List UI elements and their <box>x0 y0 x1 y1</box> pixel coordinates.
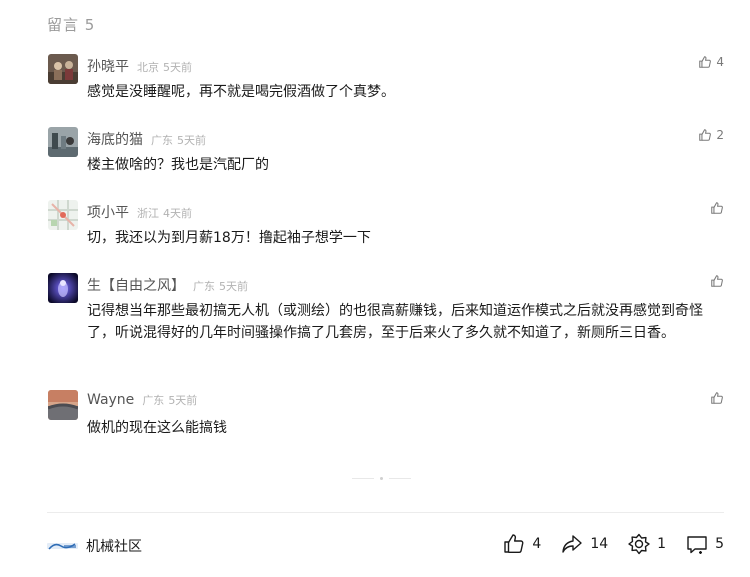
brand-logo-icon <box>47 543 78 550</box>
comment-count: 5 <box>715 536 724 552</box>
comment-location: 广东 <box>142 394 165 407</box>
article-footer: 机械社区 4 14 1 5 <box>47 532 724 558</box>
comment-location: 北京 <box>137 61 159 74</box>
comment-author[interactable]: 项小平 <box>87 202 129 222</box>
comment-time: 5天前 <box>219 280 248 293</box>
comment-like-button[interactable] <box>710 391 724 405</box>
comment-like-button[interactable]: 2 <box>698 128 724 142</box>
comment-like-count: 4 <box>716 55 724 69</box>
share-count: 14 <box>590 536 609 552</box>
comment-button[interactable]: 5 <box>685 532 724 556</box>
comment-author[interactable]: 海底的猫 <box>87 129 143 149</box>
footer-divider <box>47 512 724 513</box>
comment-time: 5天前 <box>168 394 198 407</box>
end-of-list-indicator <box>352 477 411 480</box>
thumbs-up-icon <box>711 202 723 214</box>
comment-header: 项小平 浙江 4天前 <box>87 202 192 222</box>
comment-author[interactable]: 生【自由之风】 <box>87 275 185 295</box>
share-button[interactable]: 14 <box>560 532 608 556</box>
avatar[interactable] <box>48 127 78 157</box>
thumbs-up-icon <box>711 275 723 287</box>
comment-location: 浙江 <box>137 207 159 220</box>
flower-icon <box>628 533 650 555</box>
comment-author[interactable]: Wayne <box>87 392 134 408</box>
comment-header: Wayne 广东 5天前 <box>87 392 197 412</box>
comment-text: 切，我还以为到月薪18万！撸起袖子想学一下 <box>87 230 371 246</box>
comment-header: 生【自由之风】 广东 5天前 <box>87 275 248 295</box>
thumbs-up-icon <box>699 129 712 141</box>
comments-section-title: 留言 5 <box>47 16 96 34</box>
comment-item: 海底的猫 广东 5天前 楼主做啥的？我也是汽配厂的 2 <box>48 127 724 177</box>
comment-header: 海底的猫 广东 5天前 <box>87 129 206 149</box>
avatar[interactable] <box>48 390 78 420</box>
comment-bubble-icon <box>687 536 707 554</box>
comment-text: 楼主做啥的？我也是汽配厂的 <box>87 157 269 173</box>
thumbs-up-icon <box>504 534 524 553</box>
comment-time: 4天前 <box>163 207 192 220</box>
comment-location: 广东 <box>193 280 215 293</box>
comment-text: 记得想当年那些最初搞无人机（或测绘）的也很高薪赚钱，后来知道运作模式之后就没再感… <box>87 303 703 341</box>
account-name: 机械社区 <box>86 539 142 555</box>
comment-item: 生【自由之风】 广东 5天前 记得想当年那些最初搞无人机（或测绘）的也很高薪赚钱… <box>48 273 724 367</box>
comment-like-count: 2 <box>716 128 724 142</box>
share-arrow-icon <box>562 535 583 553</box>
recommend-button[interactable]: 1 <box>627 532 666 556</box>
avatar[interactable] <box>48 54 78 84</box>
comment-like-button[interactable] <box>710 201 724 215</box>
thumbs-up-icon <box>711 392 723 404</box>
like-button[interactable]: 4 <box>502 532 541 556</box>
account-brand[interactable]: 机械社区 <box>47 536 142 556</box>
avatar[interactable] <box>48 200 78 230</box>
like-count: 4 <box>532 536 542 552</box>
comment-text: 做机的现在这么能搞钱 <box>87 420 227 436</box>
thumbs-up-icon <box>699 56 712 68</box>
article-actions: 4 14 1 5 <box>483 532 724 556</box>
recommend-count: 1 <box>657 536 667 552</box>
comment-header: 孙晓平 北京 5天前 <box>87 56 192 76</box>
avatar[interactable] <box>48 273 78 303</box>
comment-like-button[interactable] <box>710 274 724 288</box>
comment-time: 5天前 <box>177 134 206 147</box>
comment-author[interactable]: 孙晓平 <box>87 56 129 76</box>
comment-like-button[interactable]: 4 <box>698 55 724 69</box>
comment-time: 5天前 <box>163 61 192 74</box>
comment-location: 广东 <box>151 134 173 147</box>
comment-text: 感觉是没睡醒呢，再不就是喝完假酒做了个真梦。 <box>87 84 395 100</box>
comment-item: 项小平 浙江 4天前 切，我还以为到月薪18万！撸起袖子想学一下 <box>48 200 724 250</box>
comment-item: Wayne 广东 5天前 做机的现在这么能搞钱 <box>48 390 724 440</box>
comment-item: 孙晓平 北京 5天前 感觉是没睡醒呢，再不就是喝完假酒做了个真梦。 4 <box>48 54 724 104</box>
